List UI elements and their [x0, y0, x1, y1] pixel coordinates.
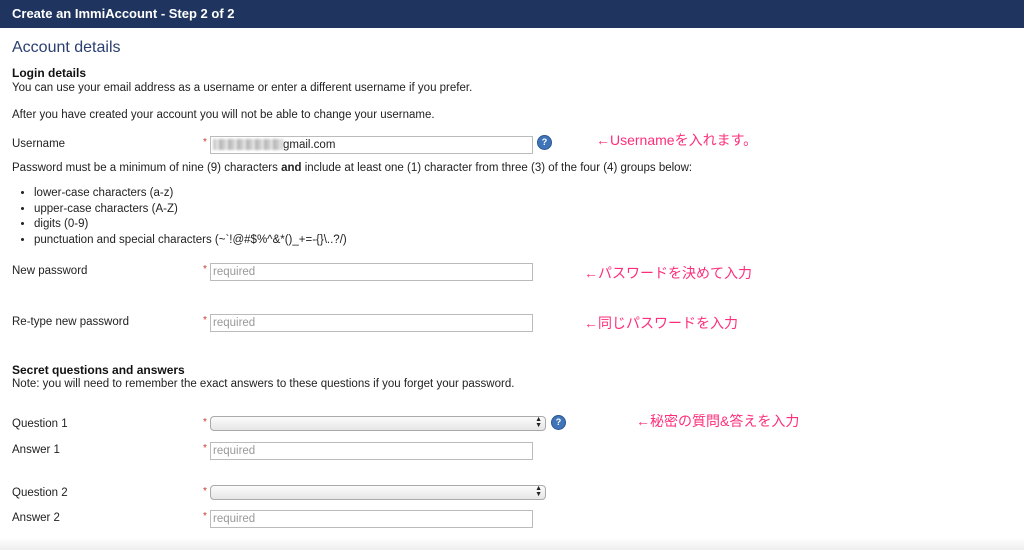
required-marker: *	[203, 486, 207, 497]
annotation-questions: ←秘密の質問&答えを入力	[636, 413, 800, 429]
secret-questions-heading: Secret questions and answers	[12, 363, 185, 377]
annotation-retype-password: ←同じパスワードを入力	[584, 315, 738, 331]
password-rule-bold: and	[281, 162, 302, 174]
redacted-username-part	[213, 139, 283, 150]
login-details-heading: Login details	[12, 66, 87, 80]
window-title-bar: Create an ImmiAccount - Step 2 of 2	[0, 0, 1024, 28]
required-marker: *	[203, 137, 207, 148]
question2-label: Question 2	[12, 487, 68, 499]
list-item: lower-case characters (a-z)	[34, 186, 347, 202]
page-header-title: Create an ImmiAccount - Step 2 of 2	[12, 6, 235, 21]
password-groups-list: lower-case characters (a-z) upper-case c…	[14, 186, 347, 248]
retype-password-input[interactable]	[210, 314, 533, 332]
updown-arrows-icon: ▲ ▼	[535, 416, 542, 429]
required-marker: *	[203, 511, 207, 522]
login-intro-text: You can use your email address as a user…	[12, 82, 473, 94]
username-label: Username	[12, 138, 66, 150]
answer1-input[interactable]	[210, 442, 533, 460]
annotation-username: ←Usernameを入れます。	[596, 132, 758, 148]
password-rule-start: Password must be a minimum of nine (9) c…	[12, 162, 282, 174]
new-password-label: New password	[12, 265, 88, 277]
question1-select[interactable]: ▲ ▼	[210, 416, 546, 431]
answer1-label: Answer 1	[12, 444, 60, 456]
new-password-input[interactable]	[210, 263, 533, 281]
required-marker: *	[203, 264, 207, 275]
username-warning-text: After you have created your account you …	[12, 109, 435, 121]
password-rule-text: Password must be a minimum of nine (9) c…	[12, 162, 692, 174]
required-marker: *	[203, 417, 207, 428]
updown-arrows-icon: ▲ ▼	[535, 485, 542, 498]
secret-questions-note: Note: you will need to remember the exac…	[12, 378, 515, 390]
question1-label: Question 1	[12, 418, 68, 430]
page-bottom-edge	[0, 538, 1024, 550]
question2-select[interactable]: ▲ ▼	[210, 485, 546, 500]
required-marker: *	[203, 443, 207, 454]
section-title: Account details	[12, 39, 121, 56]
list-item: digits (0-9)	[34, 217, 347, 233]
retype-password-label: Re-type new password	[12, 316, 129, 328]
answer2-label: Answer 2	[12, 512, 60, 524]
password-rule-end: include at least one (1) character from …	[301, 162, 693, 174]
annotation-new-password: ←パスワードを決めて入力	[584, 265, 752, 281]
answer2-input[interactable]	[210, 510, 533, 528]
question1-help-icon[interactable]: ?	[552, 416, 565, 429]
username-help-icon[interactable]: ?	[538, 136, 551, 149]
required-marker: *	[203, 315, 207, 326]
list-item: upper-case characters (A-Z)	[34, 202, 347, 218]
list-item: punctuation and special characters (~`!@…	[34, 233, 347, 249]
